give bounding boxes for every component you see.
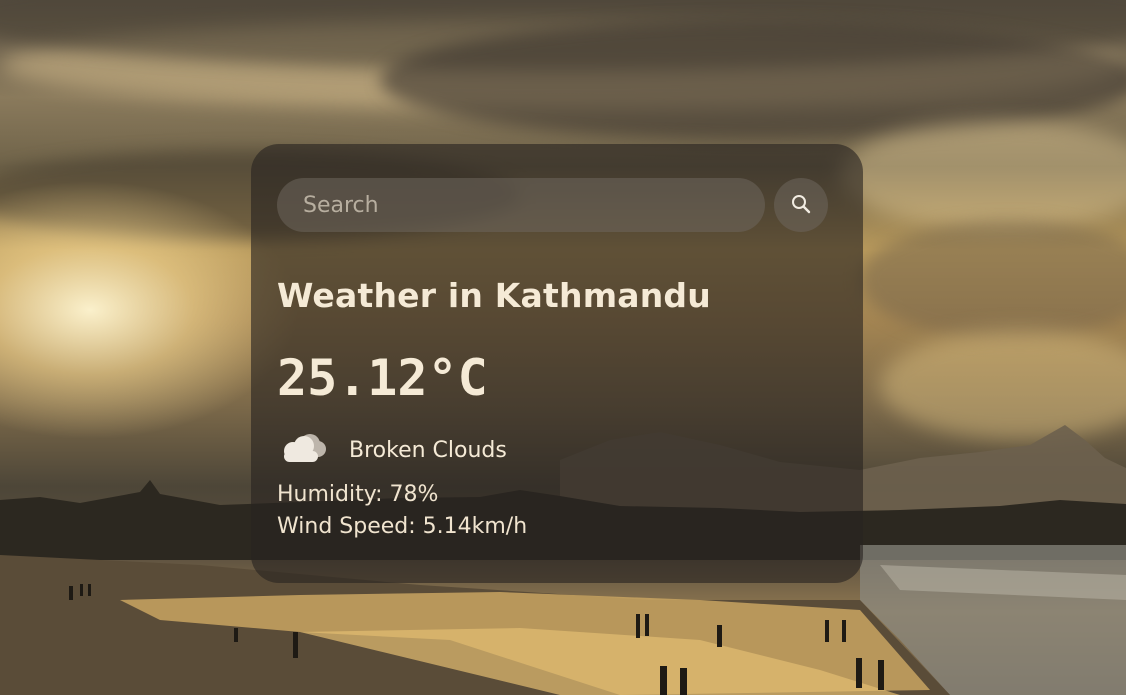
condition-row: Broken Clouds (277, 431, 837, 469)
search-input[interactable] (277, 178, 765, 232)
humidity-text: Humidity: 78% (277, 482, 439, 507)
weather-card: Weather in Kathmandu 25.12°C Broken Clou… (251, 144, 863, 583)
search-button[interactable] (774, 178, 828, 232)
search-bar (277, 178, 837, 232)
broken-clouds-icon (277, 431, 329, 469)
weather-description: Broken Clouds (349, 437, 507, 463)
search-icon (790, 193, 812, 218)
city-heading: Weather in Kathmandu (277, 276, 711, 315)
weather-stats: Humidity: 78% Wind Speed: 5.14km/h (277, 479, 837, 543)
temperature: 25.12°C (277, 349, 488, 407)
wind-speed-text: Wind Speed: 5.14km/h (277, 514, 528, 539)
